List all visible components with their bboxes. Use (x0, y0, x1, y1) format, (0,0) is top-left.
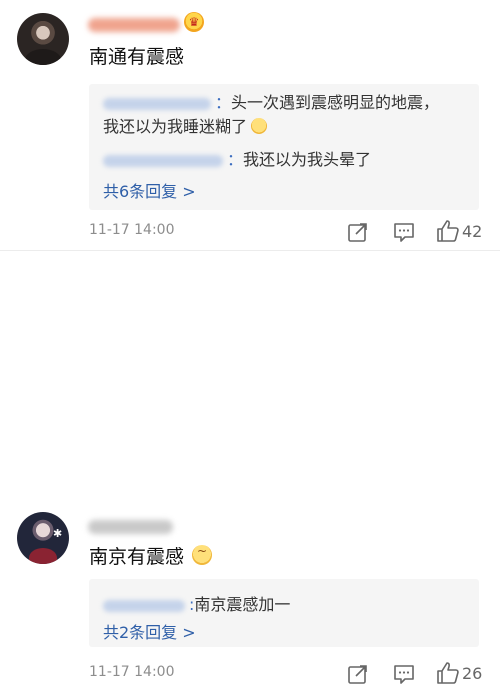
username-blurred[interactable] (88, 18, 180, 32)
timestamp: 11-17 14:00 (89, 222, 175, 238)
reply-username-blurred[interactable] (103, 599, 185, 612)
comment-button[interactable] (393, 663, 415, 689)
like-button[interactable] (436, 661, 460, 689)
reply-item[interactable]: ：我还以为我头晕了 (103, 146, 371, 170)
reply-text-continued: 我还以为我睡迷糊了 (103, 117, 248, 136)
reply-separator: ： (227, 150, 244, 169)
reply-item[interactable]: ：头一次遇到震感明显的地震， (103, 89, 439, 113)
comment-text: 南通有震感 (89, 46, 185, 68)
thumbs-up-icon (437, 662, 459, 684)
replies-box[interactable]: ：头一次遇到震感明显的地震， 我还以为我睡迷糊了 ：我还以为我头晕了 共6条回复… (89, 84, 479, 210)
comment-card: ✱ 南京有震感 :南京震感加一 共2条回复 > 11-17 14:00 26 (0, 250, 500, 684)
reply-item[interactable]: :南京震感加一 (103, 591, 290, 615)
sweat-smile-emoji-icon (192, 544, 213, 565)
share-button[interactable] (347, 663, 369, 689)
share-button[interactable] (347, 221, 369, 247)
comment-icon (394, 665, 414, 684)
reply-item-continued: 我还以为我睡迷糊了 (103, 113, 268, 137)
reply-text: 我还以为我头晕了 (243, 150, 372, 169)
reply-text: 头一次遇到震感明显的地震， (231, 93, 440, 112)
like-count: 26 (462, 664, 483, 683)
more-replies-link[interactable]: 共6条回复 > (103, 178, 196, 202)
like-count: 42 (462, 222, 483, 241)
laugh-cry-emoji-icon (251, 118, 268, 134)
comment-text: 南京有震感 (89, 542, 213, 569)
avatar[interactable] (17, 13, 69, 65)
reply-username-blurred[interactable] (103, 154, 223, 167)
replies-box[interactable]: :南京震感加一 共2条回复 > (89, 579, 479, 647)
comment-icon (394, 223, 414, 242)
share-icon (348, 223, 367, 242)
thumbs-up-icon (437, 220, 459, 242)
share-icon (348, 665, 367, 684)
comment-text-value: 南京有震感 (89, 546, 185, 568)
reply-username-blurred[interactable] (103, 97, 211, 110)
comment-card: ♛ 南通有震感 ：头一次遇到震感明显的地震， 我还以为我睡迷糊了 ：我还以为我头… (0, 0, 500, 250)
crown-badge-icon: ♛ (184, 12, 204, 32)
username-blurred[interactable] (88, 520, 173, 534)
more-replies-link[interactable]: 共2条回复 > (103, 619, 196, 643)
timestamp: 11-17 14:00 (89, 664, 175, 680)
comment-button[interactable] (393, 221, 415, 247)
like-button[interactable] (436, 219, 460, 247)
reply-separator: ： (215, 93, 232, 112)
reply-text: 南京震感加一 (194, 595, 291, 614)
avatar[interactable]: ✱ (17, 512, 69, 564)
